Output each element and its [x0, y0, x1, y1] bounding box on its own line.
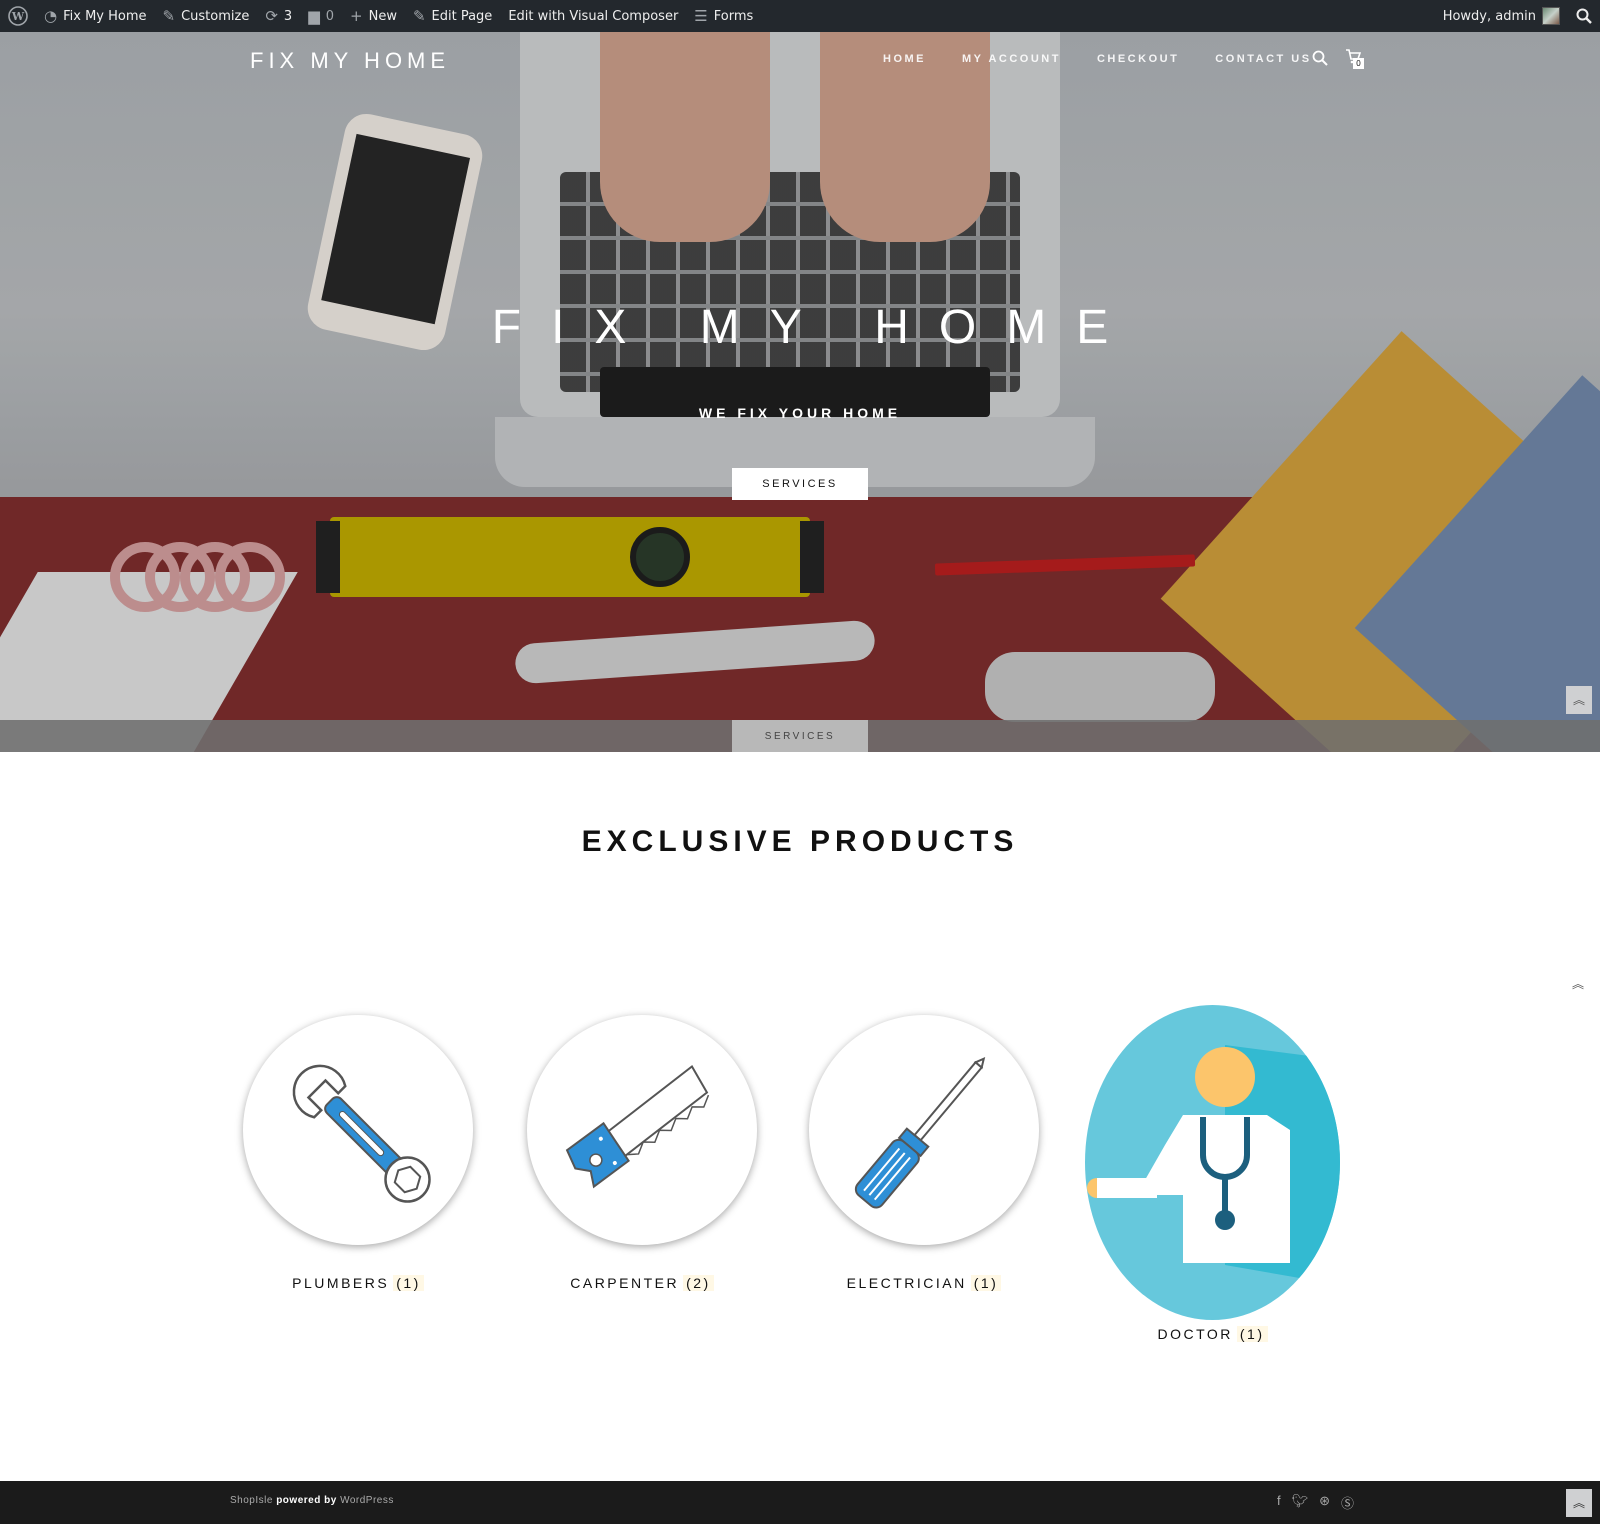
category-plumbers[interactable]: PLUMBERS (1)	[243, 1015, 473, 1291]
category-name: ELECTRICIAN	[846, 1275, 967, 1291]
category-name: PLUMBERS	[292, 1275, 390, 1291]
hero-banner	[0, 32, 1600, 752]
admin-bar: W ◔ Fix My Home ✎ Customize ⟳ 3 ▆ 0 + Ne…	[0, 0, 1600, 32]
comments-link[interactable]: ▆ 0	[300, 0, 342, 32]
chevron-up-icon[interactable]: ︽	[1572, 975, 1584, 992]
platform-link[interactable]: WordPress	[340, 1495, 394, 1506]
new-content-menu[interactable]: + New	[342, 0, 405, 32]
edit-page-link[interactable]: ✎ Edit Page	[405, 0, 500, 32]
brush-icon: ✎	[162, 7, 176, 25]
category-count: (1)	[970, 1275, 1002, 1291]
doctor-icon[interactable]	[1085, 1005, 1340, 1320]
category-name: DOCTOR	[1157, 1326, 1233, 1342]
hero-overlay	[0, 32, 1600, 752]
category-carpenter[interactable]: CARPENTER (2)	[527, 1015, 757, 1291]
category-label[interactable]: CARPENTER (2)	[527, 1275, 757, 1291]
twitter-icon[interactable]: 🐦︎	[1292, 1493, 1309, 1512]
nav-checkout[interactable]: CHECKOUT	[1097, 53, 1179, 65]
section-title: EXCLUSIVE PRODUCTS	[581, 825, 1019, 858]
social-links: f 🐦︎ ⊛ Ⓢ	[1277, 1493, 1354, 1512]
updates-link[interactable]: ⟳ 3	[257, 0, 300, 32]
avatar	[1542, 7, 1560, 25]
pencil-icon: ✎	[412, 7, 426, 25]
services-button[interactable]: SERVICES	[732, 468, 868, 500]
category-electrician[interactable]: ELECTRICIAN (1)	[809, 1015, 1039, 1291]
scroll-up-icon[interactable]: ︽	[1566, 686, 1592, 714]
edit-visual-composer-link[interactable]: Edit with Visual Composer	[500, 0, 686, 32]
howdy-label: Howdy, admin	[1442, 8, 1536, 24]
facebook-icon[interactable]: f	[1277, 1493, 1281, 1512]
forms-icon: ☰	[694, 7, 708, 25]
saw-icon	[565, 1065, 710, 1189]
search-icon[interactable]	[1312, 50, 1328, 71]
site-brand[interactable]: FIX MY HOME	[250, 48, 450, 74]
category-count: (1)	[393, 1275, 424, 1291]
category-name: CARPENTER	[570, 1275, 680, 1291]
customize-link[interactable]: ✎ Customize	[155, 0, 258, 32]
svg-text:W: W	[11, 10, 25, 23]
category-count: (2)	[683, 1275, 714, 1291]
comment-icon: ▆	[308, 7, 320, 25]
skype-icon[interactable]: Ⓢ	[1341, 1493, 1354, 1512]
category-count: (1)	[1236, 1326, 1268, 1342]
category-label[interactable]: ELECTRICIAN (1)	[809, 1275, 1039, 1291]
edit-page-label: Edit Page	[431, 8, 493, 24]
screwdriver-icon	[854, 1057, 986, 1209]
theme-link[interactable]: ShopIsle	[230, 1495, 273, 1506]
site-name-label: Fix My Home	[63, 8, 147, 24]
category-doctor[interactable]: DOCTOR (1)	[1085, 1322, 1340, 1342]
wrench-icon	[292, 1064, 431, 1203]
admin-search-icon[interactable]	[1568, 0, 1600, 32]
new-label: New	[368, 8, 397, 24]
powered-by-text: powered by	[276, 1495, 337, 1506]
hero-subtitle: WE FIX YOUR HOME	[698, 405, 902, 421]
cart-count-badge: 0	[1353, 58, 1364, 69]
updates-icon: ⟳	[265, 7, 278, 25]
category-label[interactable]: PLUMBERS (1)	[243, 1275, 473, 1291]
nav-contact-us[interactable]: CONTACT US	[1215, 53, 1311, 65]
nav-home[interactable]: HOME	[883, 53, 926, 65]
wordpress-logo-icon[interactable]: W	[0, 0, 36, 32]
account-menu[interactable]: Howdy, admin	[1435, 0, 1568, 32]
site-name-menu[interactable]: ◔ Fix My Home	[36, 0, 155, 32]
site-footer: ShopIsle powered by WordPress f 🐦︎ ⊛ Ⓢ ︽	[0, 1481, 1600, 1524]
services-tab-button[interactable]: SERVICES	[732, 720, 868, 752]
plumbers-circle[interactable]	[243, 1015, 473, 1245]
electrician-circle[interactable]	[809, 1015, 1039, 1245]
hero-title: FIX MY HOME	[491, 301, 1139, 354]
edit-vc-label: Edit with Visual Composer	[508, 8, 679, 24]
category-label[interactable]: DOCTOR (1)	[1085, 1326, 1340, 1342]
plus-icon: +	[350, 7, 363, 25]
comments-count: 0	[325, 8, 335, 24]
carpenter-circle[interactable]	[527, 1015, 757, 1245]
dashboard-icon: ◔	[44, 7, 58, 25]
back-to-top-icon[interactable]: ︽	[1566, 1489, 1592, 1517]
forms-menu[interactable]: ☰ Forms	[686, 0, 761, 32]
dribbble-icon[interactable]: ⊛	[1319, 1493, 1330, 1512]
updates-count: 3	[283, 8, 293, 24]
footer-credits: ShopIsle powered by WordPress	[230, 1495, 394, 1506]
nav-my-account[interactable]: MY ACCOUNT	[962, 53, 1061, 65]
forms-label: Forms	[713, 8, 754, 24]
main-nav: HOME MY ACCOUNT CHECKOUT CONTACT US	[883, 53, 1348, 65]
customize-label: Customize	[181, 8, 250, 24]
